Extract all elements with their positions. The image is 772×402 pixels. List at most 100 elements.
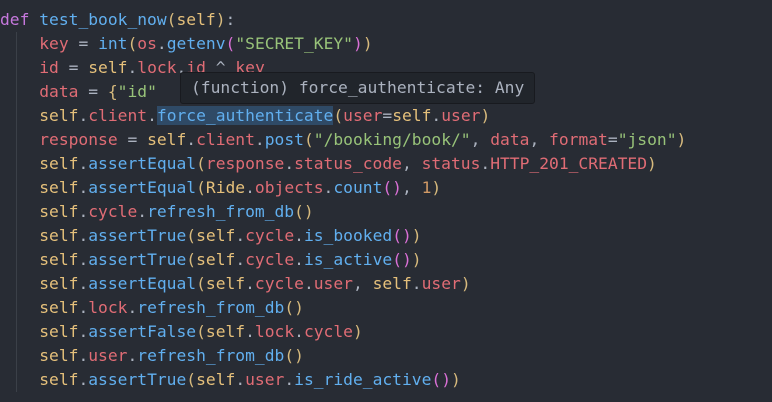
code-token: . bbox=[78, 178, 89, 197]
code-line[interactable]: self.assertTrue(self.cycle.is_active()) bbox=[0, 248, 686, 272]
code-token: self bbox=[39, 202, 79, 221]
code-line[interactable]: self.assertTrue(self.cycle.is_booked()) bbox=[0, 224, 686, 248]
code-token: ( bbox=[333, 106, 344, 125]
code-token: refresh_from_db bbox=[137, 346, 285, 365]
code-token: assertTrue bbox=[88, 370, 187, 389]
code-token: self bbox=[205, 322, 246, 341]
code-token: self bbox=[39, 154, 79, 173]
code-token: : bbox=[225, 10, 236, 29]
code-token: assertEqual bbox=[88, 178, 197, 197]
code-token: self bbox=[147, 130, 187, 149]
code-token: ) bbox=[451, 370, 461, 389]
code-token: = bbox=[117, 130, 148, 149]
code-token: user bbox=[88, 346, 128, 365]
code-token: . bbox=[78, 250, 89, 269]
code-token: self bbox=[39, 226, 79, 245]
code-token: () bbox=[284, 346, 304, 365]
code-line[interactable]: key = int(os.getenv("SECRET_KEY")) bbox=[0, 32, 686, 56]
code-token: ( bbox=[196, 154, 206, 173]
code-token: . bbox=[186, 130, 197, 149]
code-line[interactable]: def test_book_now(self): bbox=[0, 8, 686, 32]
code-token: . bbox=[78, 202, 89, 221]
indent-guide bbox=[16, 224, 17, 248]
code-token: cycle bbox=[254, 274, 304, 293]
code-token: force_authenticate bbox=[156, 106, 334, 125]
code-token: . bbox=[235, 250, 246, 269]
code-editor[interactable]: def test_book_now(self): key = int(os.ge… bbox=[0, 0, 772, 402]
code-token: ) bbox=[352, 322, 363, 341]
code-token: ) bbox=[362, 34, 373, 53]
code-token: status_code bbox=[294, 154, 402, 173]
indent-guide bbox=[16, 200, 17, 224]
code-token: ( bbox=[186, 226, 197, 245]
code-line[interactable]: self.assertFalse(self.lock.cycle) bbox=[0, 320, 686, 344]
code-token: is_ride_active bbox=[294, 370, 432, 389]
code-line[interactable]: self.assertTrue(self.user.is_ride_active… bbox=[0, 368, 686, 392]
hover-tooltip: (function) force_authenticate: Any bbox=[180, 72, 536, 104]
code-token: lock bbox=[88, 298, 128, 317]
code-token: response bbox=[205, 154, 285, 173]
code-token: , bbox=[401, 178, 422, 197]
code-token: self bbox=[205, 274, 246, 293]
code-token: self bbox=[39, 322, 79, 341]
code-token: user bbox=[245, 370, 285, 389]
code-line[interactable]: self.assertEqual(response.status_code, s… bbox=[0, 152, 686, 176]
code-line[interactable]: self.lock.refresh_from_db() bbox=[0, 296, 686, 320]
code-token: self bbox=[39, 298, 79, 317]
indent-guide bbox=[16, 344, 17, 368]
code-token: . bbox=[284, 370, 295, 389]
code-token: , bbox=[352, 274, 373, 293]
code-token: cycle bbox=[88, 202, 138, 221]
code-token: data bbox=[490, 130, 530, 149]
indent-guide bbox=[16, 56, 17, 80]
code-token: int bbox=[98, 34, 128, 53]
code-token: ) bbox=[431, 178, 442, 197]
code-token: self bbox=[39, 178, 79, 197]
code-token: ( bbox=[186, 250, 197, 269]
code-token: , bbox=[401, 154, 422, 173]
code-line[interactable]: self.assertEqual(Ride.objects.count(), 1… bbox=[0, 176, 686, 200]
code-token: . bbox=[78, 322, 89, 341]
code-token: . bbox=[284, 154, 295, 173]
code-line[interactable]: self.client.force_authenticate(user=self… bbox=[0, 104, 686, 128]
code-token: . bbox=[294, 322, 304, 341]
code-token: "/booking/book/" bbox=[313, 130, 471, 149]
code-token: ( bbox=[127, 34, 138, 53]
code-token: () bbox=[431, 370, 451, 389]
code-line[interactable]: self.assertEqual(self.cycle.user, self.u… bbox=[0, 272, 686, 296]
code-token: lock bbox=[137, 58, 177, 77]
code-token: = bbox=[68, 34, 99, 53]
code-token: ) bbox=[480, 106, 491, 125]
code-token: . bbox=[294, 226, 304, 245]
code-token: self bbox=[392, 106, 432, 125]
code-line[interactable]: self.user.refresh_from_db() bbox=[0, 344, 686, 368]
indent-guide bbox=[16, 152, 17, 176]
code-token: () bbox=[392, 250, 412, 269]
code-token: test_book_now bbox=[39, 10, 167, 29]
code-token: count bbox=[333, 178, 383, 197]
code-line[interactable]: self.cycle.refresh_from_db() bbox=[0, 200, 686, 224]
code-token: . bbox=[137, 202, 148, 221]
code-token: getenv bbox=[166, 34, 226, 53]
code-token: os bbox=[137, 34, 157, 53]
code-token: lock bbox=[254, 322, 295, 341]
code-token: . bbox=[147, 106, 157, 125]
code-token: ( bbox=[196, 178, 206, 197]
code-line[interactable]: response = self.client.post("/booking/bo… bbox=[0, 128, 686, 152]
code-token: ( bbox=[196, 274, 206, 293]
code-token: ) bbox=[460, 274, 471, 293]
code-token: is_booked bbox=[303, 226, 393, 245]
code-token: user bbox=[421, 274, 461, 293]
indent-guide bbox=[16, 176, 17, 200]
code-token: assertTrue bbox=[88, 250, 187, 269]
code-token: user bbox=[313, 274, 353, 293]
code-token: cycle bbox=[245, 250, 295, 269]
